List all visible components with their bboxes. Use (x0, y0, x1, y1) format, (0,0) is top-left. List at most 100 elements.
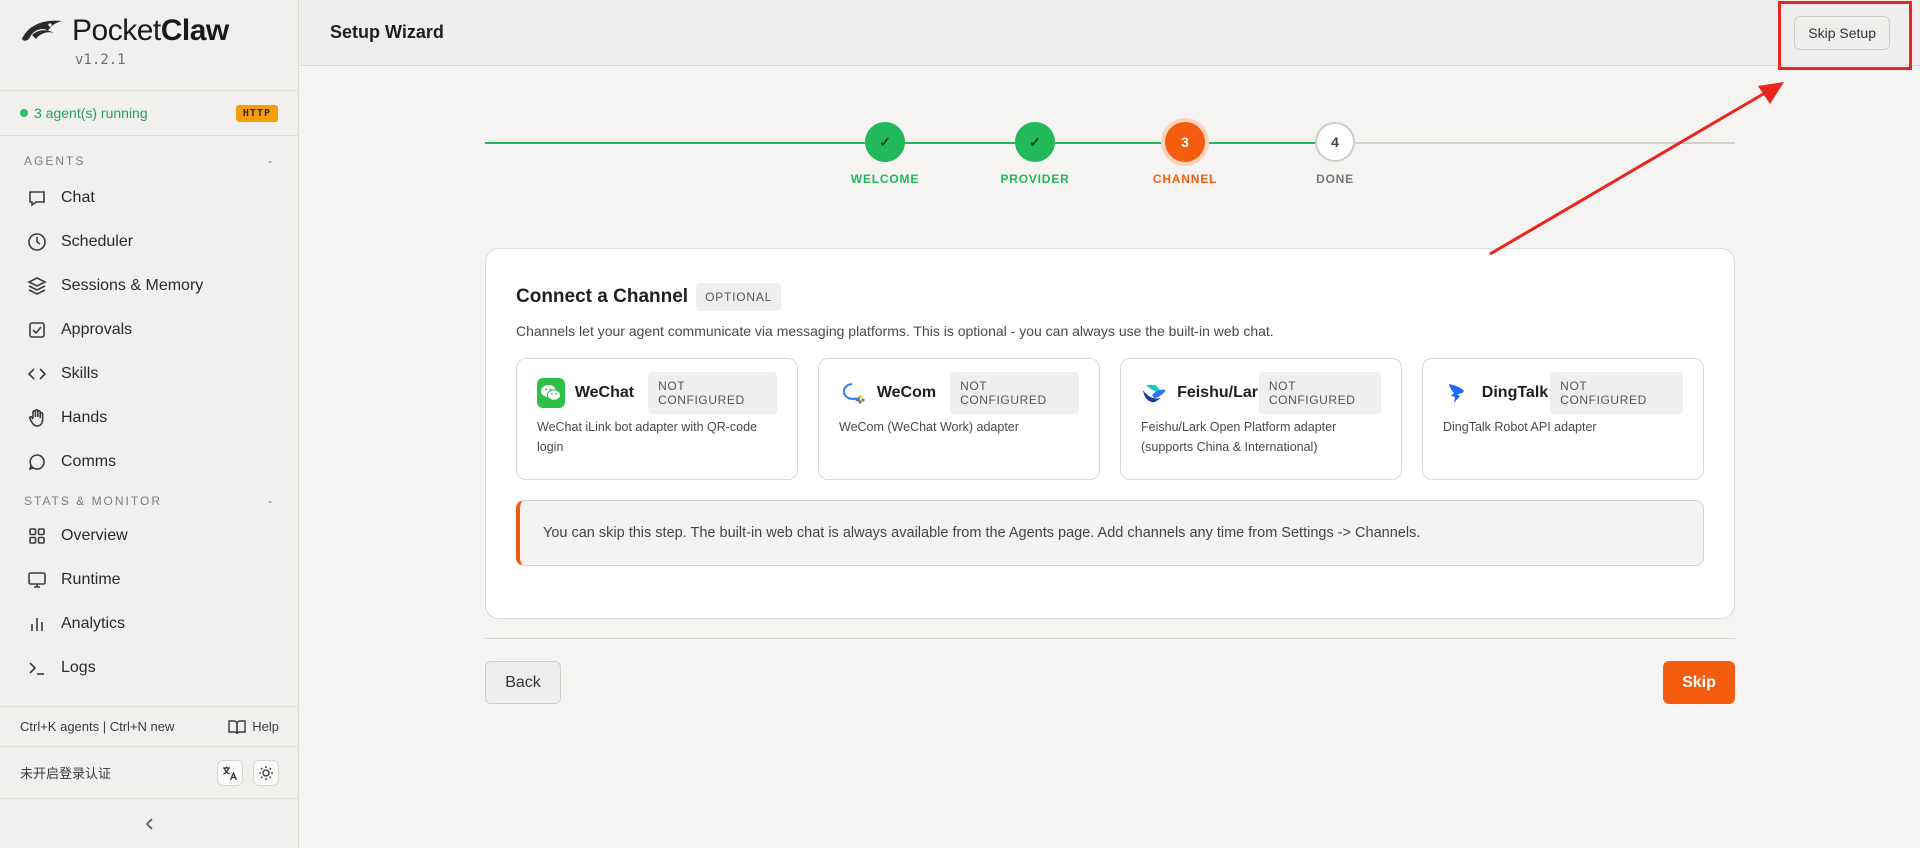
stepper-line-pending (1338, 142, 1735, 144)
sidebar-item-label: Analytics (61, 615, 126, 632)
claw-logo-icon (22, 20, 62, 41)
sidebar-item-label: Hands (61, 409, 108, 426)
step-check-icon: ✓ (1015, 122, 1055, 162)
channel-status-badge: NOT CONFIGURED (1550, 372, 1683, 414)
annotation-highlight-box (1778, 1, 1912, 70)
status-row: 3 agent(s) running HTTP (0, 91, 298, 136)
top-header: Setup Wizard Skip Setup (300, 0, 1920, 66)
agents-running-status: 3 agent(s) running (34, 105, 148, 121)
step-check-icon: ✓ (865, 122, 905, 162)
section-toggle[interactable]: - (268, 154, 274, 168)
hand-icon (28, 409, 44, 427)
section-stats-header[interactable]: STATS & MONITOR - (0, 490, 298, 512)
dingtalk-icon (1443, 378, 1472, 408)
sidebar-item-hands[interactable]: Hands (0, 396, 298, 440)
sidebar-item-comms[interactable]: Comms (0, 440, 298, 484)
section-toggle[interactable]: - (268, 494, 274, 508)
sidebar-item-logs[interactable]: Logs (0, 646, 298, 690)
step-label: WELCOME (850, 172, 920, 186)
chevron-left-icon (145, 817, 153, 830)
sidebar-item-skills[interactable]: Skills (0, 352, 298, 396)
app-name: PocketClaw (72, 14, 229, 47)
channel-name: Feishu/Lark (1177, 384, 1267, 401)
keyboard-shortcuts-hint: Ctrl+K agents | Ctrl+N new (20, 719, 175, 734)
setup-stepper: ✓ WELCOME ✓ PROVIDER 3 CHANNEL 4 DONE (485, 120, 1735, 190)
sidebar-item-label: Chat (61, 189, 95, 206)
sun-icon (259, 765, 273, 780)
wecom-icon (839, 378, 867, 408)
sidebar-item-runtime[interactable]: Runtime (0, 558, 298, 602)
sidebar-item-label: Overview (61, 527, 128, 544)
step-number: 3 (1165, 122, 1205, 162)
sidebar-item-sessions-memory[interactable]: Sessions & Memory (0, 264, 298, 308)
step-channel: 3 CHANNEL (1125, 120, 1245, 186)
channel-status-badge: NOT CONFIGURED (648, 372, 777, 414)
channel-card-wechat[interactable]: WeChat NOT CONFIGURED WeChat iLink bot a… (516, 358, 798, 480)
sidebar-item-analytics[interactable]: Analytics (0, 602, 298, 646)
section-title: STATS & MONITOR (24, 494, 163, 508)
checkbox-icon (29, 322, 45, 338)
card-description: Channels let your agent communicate via … (516, 323, 1274, 339)
channel-card-dingtalk[interactable]: DingTalk NOT CONFIGURED DingTalk Robot A… (1422, 358, 1704, 480)
channel-description: Feishu/Lark Open Platform adapter (suppo… (1141, 420, 1337, 454)
sidebar-item-overview[interactable]: Overview (0, 514, 298, 558)
sidebar-item-label: Comms (61, 453, 117, 470)
clock-icon (28, 233, 46, 251)
sidebar-item-label: Skills (61, 365, 99, 382)
skip-info-note: You can skip this step. The built-in web… (516, 500, 1704, 566)
layers-icon (27, 277, 47, 295)
status-dot-icon (20, 109, 28, 117)
auth-status: 未开启登录认证 (20, 766, 112, 781)
sidebar-item-label: Sessions & Memory (61, 277, 204, 294)
app-version: v1.2.1 (75, 52, 126, 68)
theme-toggle-button[interactable] (253, 759, 279, 786)
book-icon (228, 719, 246, 734)
step-number: 4 (1315, 122, 1355, 162)
auth-row: 未开启登录认证 (0, 746, 299, 798)
language-toggle-button[interactable] (217, 759, 243, 786)
step-welcome: ✓ WELCOME (825, 120, 945, 186)
code-icon (27, 368, 47, 380)
connect-channel-card: Connect a Channel OPTIONAL Channels let … (485, 248, 1735, 619)
step-label: PROVIDER (1000, 172, 1070, 186)
wechat-icon (537, 378, 565, 408)
protocol-badge: HTTP (235, 104, 278, 122)
card-title: Connect a Channel (516, 286, 689, 307)
brand-header: PocketClaw v1.2.1 (0, 0, 298, 91)
footer-divider (485, 638, 1735, 639)
sidebar-collapse-button[interactable] (0, 798, 299, 848)
sidebar-item-scheduler[interactable]: Scheduler (0, 220, 298, 264)
channel-card-feishu[interactable]: Feishu/Lark NOT CONFIGURED Feishu/Lark O… (1120, 358, 1402, 480)
optional-badge: OPTIONAL (696, 283, 782, 311)
channel-card-wecom[interactable]: WeCom NOT CONFIGURED WeCom (WeChat Work)… (818, 358, 1100, 480)
sidebar-item-label: Logs (61, 659, 96, 676)
shortcuts-row: Ctrl+K agents | Ctrl+N new Help (0, 706, 299, 746)
skip-button[interactable]: Skip (1663, 661, 1735, 704)
step-done: 4 DONE (1275, 120, 1395, 186)
sidebar-item-label: Scheduler (61, 233, 134, 250)
channel-name: WeCom (876, 384, 937, 401)
bar-chart-icon (31, 618, 43, 631)
channel-name: WeChat (574, 384, 635, 401)
back-button[interactable]: Back (485, 661, 561, 704)
sidebar: PocketClaw v1.2.1 3 agent(s) running HTT… (0, 0, 299, 848)
section-title: AGENTS (24, 154, 86, 168)
channel-description: WeChat iLink bot adapter with QR-code lo… (537, 420, 758, 454)
feishu-icon (1141, 378, 1167, 408)
channel-status-badge: NOT CONFIGURED (950, 372, 1079, 414)
sidebar-item-chat[interactable]: Chat (0, 176, 298, 220)
grid-icon (29, 528, 45, 544)
channel-status-badge: NOT CONFIGURED (1258, 372, 1381, 414)
step-provider: ✓ PROVIDER (975, 120, 1095, 186)
step-label: DONE (1316, 172, 1354, 186)
channel-description: WeCom (WeChat Work) adapter (839, 420, 1019, 434)
sidebar-item-label: Runtime (61, 571, 121, 588)
page-title: Setup Wizard (330, 22, 444, 42)
section-agents-header[interactable]: AGENTS - (0, 150, 298, 172)
terminal-icon (29, 662, 44, 675)
help-link[interactable]: Help (228, 719, 279, 735)
sidebar-item-approvals[interactable]: Approvals (0, 308, 298, 352)
chat-icon (29, 191, 45, 207)
channel-name: DingTalk (1481, 384, 1549, 401)
channel-list: WeChat NOT CONFIGURED WeChat iLink bot a… (516, 358, 1704, 480)
